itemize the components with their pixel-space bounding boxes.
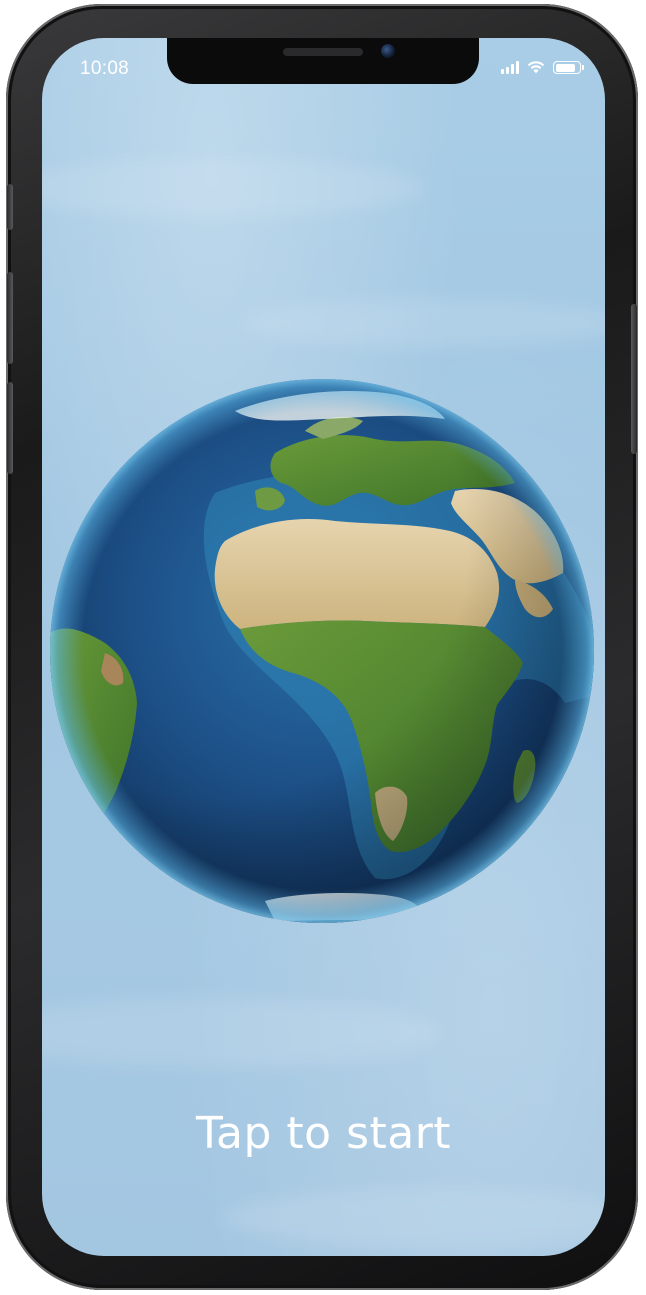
status-time: 10:08 (80, 58, 130, 79)
front-camera (381, 44, 395, 58)
cellular-signal-icon (501, 61, 519, 74)
volume-down-button (7, 382, 13, 474)
wifi-icon (527, 61, 545, 74)
cloud-streak (42, 158, 422, 218)
earpiece-speaker (283, 48, 363, 56)
power-button (631, 304, 637, 454)
earth-globe[interactable] (45, 373, 600, 923)
tap-to-start-label[interactable]: Tap to start (42, 1108, 605, 1159)
cloud-streak (222, 1188, 605, 1248)
battery-fill (555, 63, 576, 72)
start-screen[interactable]: 10:08 Tap to start (42, 38, 605, 1256)
status-icons (501, 60, 584, 74)
cloud-streak (42, 998, 442, 1068)
battery-icon (553, 61, 584, 74)
earth-globe-image (50, 379, 594, 923)
volume-up-button (7, 272, 13, 364)
cloud-streak (242, 298, 605, 348)
silent-switch (7, 184, 13, 230)
home-indicator (252, 1241, 395, 1246)
notch (167, 38, 479, 84)
